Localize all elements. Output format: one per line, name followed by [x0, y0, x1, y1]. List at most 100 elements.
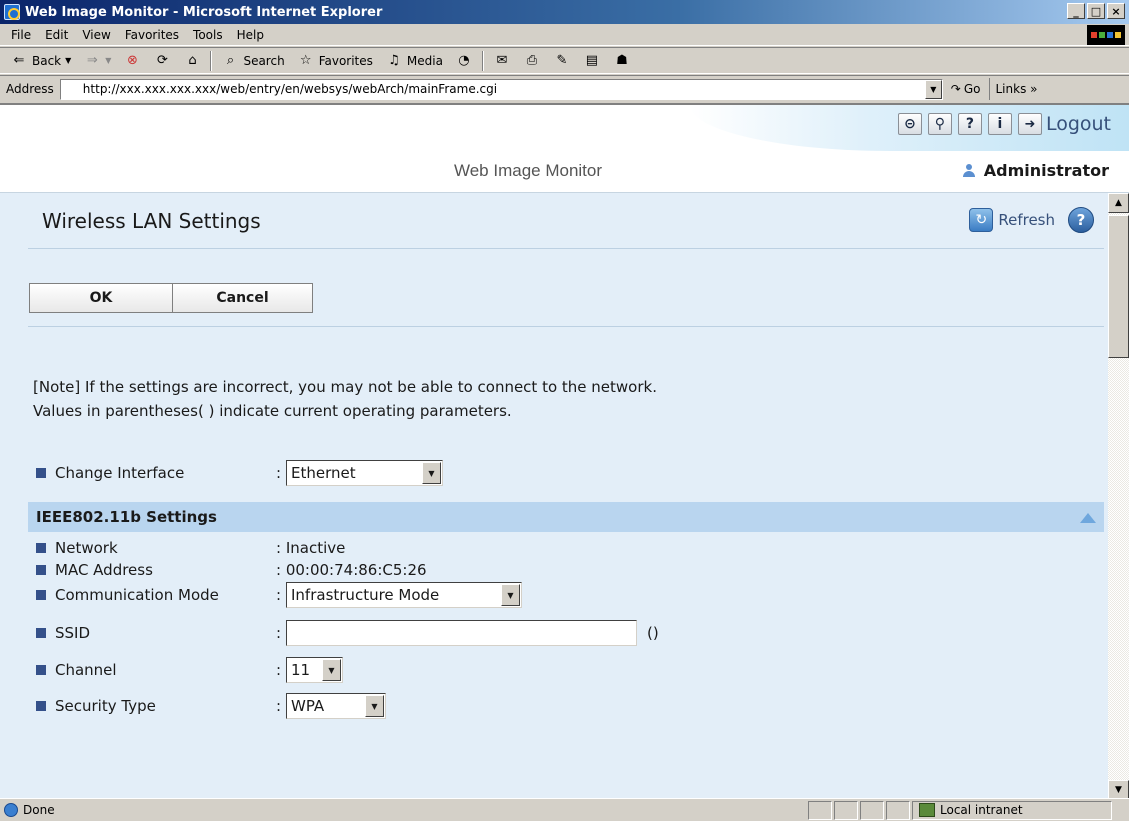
edit-button[interactable]: ✎ — [547, 50, 577, 72]
menu-view[interactable]: View — [75, 28, 117, 42]
network-row: Network : Inactive — [36, 539, 345, 557]
go-arrow-icon: ↷ — [950, 82, 961, 96]
zone-label: Local intranet — [940, 803, 1023, 817]
toolbar-separator — [481, 50, 484, 71]
printer-icon: ⎙ — [526, 53, 538, 68]
refresh-button[interactable]: ↻ Refresh ? — [969, 207, 1094, 233]
change-interface-select[interactable]: Ethernet ▼ — [286, 460, 443, 486]
search-icon[interactable]: ⚲ — [927, 113, 952, 135]
status-panel — [886, 800, 910, 820]
menu-bar: File Edit View Favorites Tools Help — [0, 24, 1129, 46]
stop-button[interactable]: ⊗ — [117, 50, 147, 72]
network-value: : Inactive — [276, 539, 346, 557]
favorites-button[interactable]: ☆ Favorites — [291, 50, 379, 72]
status-text-area: Done — [0, 803, 808, 817]
chevron-down-icon: ▼ — [322, 659, 341, 681]
mac-row: MAC Address : 00:00:74:86:C5:26 — [36, 561, 427, 579]
security-zone: Local intranet — [912, 800, 1112, 820]
address-input[interactable]: http://xxx.xxx.xxx.xxx/web/entry/en/webs… — [59, 78, 943, 100]
history-button[interactable]: ◔ — [449, 50, 479, 72]
address-url: http://xxx.xxx.xxx.xxx/web/entry/en/webs… — [82, 82, 498, 96]
star-icon: ☆ — [299, 53, 312, 68]
help-icon[interactable]: ? — [1068, 207, 1094, 233]
info-icon[interactable]: i — [987, 113, 1012, 135]
refresh-browser-button[interactable]: ⟳ — [147, 50, 177, 72]
cancel-button[interactable]: Cancel — [173, 283, 313, 313]
divider — [28, 248, 1104, 249]
forward-button[interactable]: ⇒ ▼ — [77, 50, 117, 72]
channel-row: Channel : 11 ▼ — [36, 657, 343, 683]
logout-label: Logout — [1045, 113, 1111, 135]
user-name: Administrator — [983, 161, 1109, 180]
go-label: Go — [963, 82, 981, 96]
status-panel — [860, 800, 884, 820]
address-bar: Address http://xxx.xxx.xxx.xxx/web/entry… — [0, 75, 1129, 102]
discuss-icon: ▤ — [585, 53, 599, 68]
maximize-button[interactable]: □ — [1087, 3, 1105, 19]
main-content: Wireless LAN Settings ↻ Refresh ? OK Can… — [0, 193, 1108, 798]
ssid-row: SSID : () — [36, 620, 659, 646]
discuss-button[interactable]: ▤ — [577, 50, 607, 72]
print-button[interactable]: ⎙ — [517, 50, 547, 72]
comm-mode-label: Communication Mode — [55, 586, 219, 604]
note-line-1: [Note] If the settings are incorrect, yo… — [33, 378, 657, 396]
window-controls: _ □ × — [1067, 3, 1125, 19]
ssid-input[interactable] — [286, 620, 637, 646]
note-line-2: Values in parentheses( ) indicate curren… — [33, 402, 512, 420]
channel-value: 11 — [291, 661, 311, 679]
colon: : — [276, 464, 282, 482]
refresh-label: Refresh — [998, 211, 1055, 229]
header-top: ⊝ ⚲ ? i ➜ Logout — [0, 105, 1129, 151]
channel-select[interactable]: 11 ▼ — [286, 657, 343, 683]
links-button[interactable]: Links » — [988, 78, 1044, 100]
vertical-scrollbar[interactable]: ▲ ▼ — [1108, 193, 1129, 798]
back-arrow-icon: ⇐ — [13, 53, 25, 68]
logout-arrow-icon: ➜ — [1017, 113, 1042, 135]
back-button[interactable]: ⇐ Back ▼ — [4, 50, 77, 72]
go-button[interactable]: ↷ Go — [943, 82, 989, 96]
mail-button[interactable]: ✉ — [487, 50, 517, 72]
ok-button[interactable]: OK — [29, 283, 173, 313]
header-bottom: Web Image Monitor Administrator — [0, 151, 1129, 193]
close-button[interactable]: × — [1107, 3, 1125, 19]
scroll-up-button[interactable]: ▲ — [1108, 193, 1129, 213]
menu-favorites[interactable]: Favorites — [118, 28, 186, 42]
header-icons: ⊝ ⚲ ? i ➜ Logout — [897, 113, 1111, 135]
messenger-button[interactable]: ☗ — [607, 50, 637, 72]
logout-button[interactable]: ➜ Logout — [1017, 113, 1111, 135]
colon: : — [276, 624, 282, 642]
refresh-icon: ⟳ — [157, 53, 168, 68]
home-button[interactable]: ⌂ — [177, 50, 207, 72]
scroll-thumb[interactable] — [1108, 215, 1129, 358]
comm-mode-row: Communication Mode : Infrastructure Mode… — [36, 582, 522, 608]
forward-arrow-icon: ⇒ — [86, 53, 98, 68]
media-button[interactable]: ♫ Media — [379, 50, 449, 72]
bullet-icon — [36, 565, 46, 575]
chevron-down-icon: ▼ — [501, 584, 520, 606]
link-icon[interactable]: ⊝ — [897, 113, 922, 135]
minimize-button[interactable]: _ — [1067, 3, 1085, 19]
change-interface-row: Change Interface : Ethernet ▼ — [36, 460, 443, 486]
menu-edit[interactable]: Edit — [38, 28, 75, 42]
chevron-down-icon[interactable]: ▼ — [924, 79, 942, 99]
channel-label: Channel — [55, 661, 117, 679]
change-interface-value: Ethernet — [291, 464, 356, 482]
page-title: Wireless LAN Settings — [42, 209, 261, 233]
chevron-down-icon: ▼ — [422, 462, 441, 484]
note-text: [Note] If the settings are incorrect, yo… — [33, 375, 657, 423]
user-label: Administrator — [962, 161, 1109, 180]
media-label: Media — [406, 53, 443, 68]
menu-tools[interactable]: Tools — [186, 28, 230, 42]
menu-help[interactable]: Help — [230, 28, 271, 42]
home-icon: ⌂ — [188, 53, 197, 68]
collapse-icon[interactable] — [1080, 513, 1096, 523]
refresh-icon: ↻ — [969, 208, 994, 232]
search-button[interactable]: ⌕ Search — [215, 50, 290, 72]
help-icon[interactable]: ? — [957, 113, 982, 135]
intranet-icon — [919, 803, 935, 817]
scroll-down-button[interactable]: ▼ — [1108, 780, 1129, 798]
menu-file[interactable]: File — [4, 28, 38, 42]
bullet-icon — [36, 628, 46, 638]
security-select[interactable]: WPA ▼ — [286, 693, 386, 719]
comm-mode-select[interactable]: Infrastructure Mode ▼ — [286, 582, 522, 608]
